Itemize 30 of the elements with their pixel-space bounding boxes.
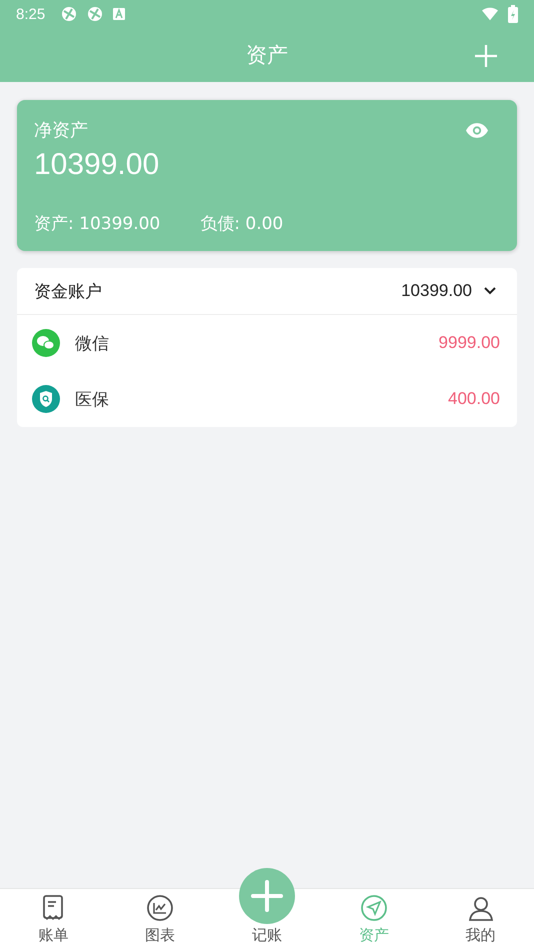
clock: 8:25 — [16, 6, 46, 22]
app-notification-icon — [61, 6, 78, 22]
liabilities-total: 负债: 0.00 — [200, 213, 284, 235]
visibility-icon[interactable] — [466, 122, 488, 138]
wifi-icon — [482, 6, 498, 22]
account-balance: 400.00 — [448, 389, 500, 409]
add-record-button[interactable] — [238, 868, 295, 924]
net-amount: 10399.00 — [34, 148, 160, 182]
account-name: 医保 — [75, 388, 110, 410]
account-name: 微信 — [75, 332, 110, 354]
nav-tab[interactable]: 账单 — [0, 889, 107, 950]
battery-icon — [508, 5, 518, 23]
group-title: 资金账户 — [34, 280, 103, 302]
compass-icon — [360, 894, 388, 922]
account-balance: 9999.00 — [438, 333, 500, 353]
group-total: 10399.00 — [401, 281, 472, 301]
person-icon — [466, 894, 495, 922]
chart-icon — [146, 894, 174, 922]
account-row[interactable]: 微信 9999.00 — [17, 315, 517, 371]
account-row[interactable]: 医保 400.00 — [17, 371, 517, 427]
app-notification-icon — [87, 6, 104, 22]
nav-tab[interactable]: 图表 — [106, 889, 214, 950]
nav-tab[interactable]: 我的 — [427, 889, 534, 950]
card-label: 净资产 — [34, 119, 88, 142]
account-group-header[interactable]: 资金账户 10399.00 — [17, 268, 517, 315]
screen-title: 资产 — [246, 42, 288, 69]
notification-icon — [113, 8, 126, 20]
assets-total: 资产: 10399.00 — [34, 213, 160, 235]
add-icon[interactable] — [474, 44, 498, 68]
add-record-label[interactable]: 记账 — [252, 926, 282, 945]
